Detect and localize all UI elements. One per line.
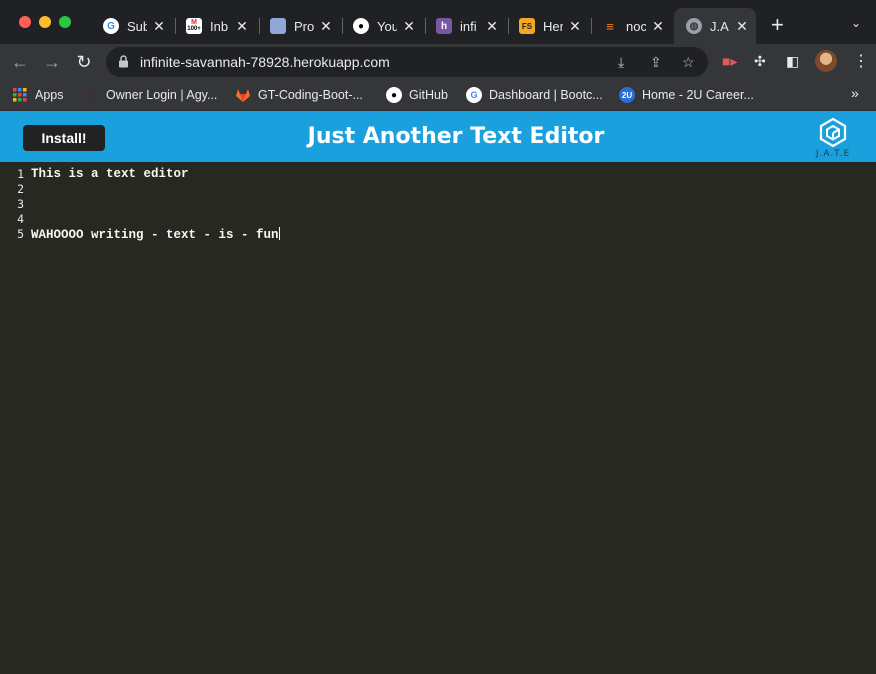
gmail-icon: M 100+ (186, 18, 202, 34)
lock-icon (118, 55, 129, 73)
page-title: Just Another Text Editor (307, 124, 605, 149)
line-number: 1 (17, 167, 24, 181)
github-icon: ● (386, 87, 402, 103)
close-tab-icon[interactable]: ✕ (153, 18, 165, 35)
tab-fs[interactable]: FS Her ✕ (519, 8, 581, 44)
bookmark-label: Dashboard | Bootc... (489, 88, 603, 102)
google-icon: G (466, 87, 482, 103)
bookmark-star-icon[interactable]: ☆ (682, 54, 695, 71)
stackoverflow-icon: ≡ (606, 18, 614, 34)
cube-logo-icon (819, 117, 847, 147)
fullscreen-window-button[interactable] (59, 16, 71, 28)
bookmark-apps[interactable]: Apps (12, 87, 64, 103)
app-header: Install! Just Another Text Editor (0, 111, 876, 162)
bookmark-github[interactable]: ● GitHub (386, 87, 448, 103)
project-icon (270, 18, 286, 34)
editor-line[interactable]: 4 (0, 212, 876, 227)
back-button[interactable]: ← (8, 50, 32, 74)
close-tab-icon[interactable]: ✕ (486, 18, 498, 35)
extensions-puzzle-icon[interactable]: ✣ (754, 53, 766, 70)
bookmark-label: GT-Coding-Boot-... (258, 88, 363, 102)
editor-line[interactable]: 2 (0, 182, 876, 197)
bookmark-label: GitHub (409, 88, 448, 102)
tab-jate-active[interactable]: ◍ J.A ✕ (674, 8, 756, 44)
tab-stackoverflow[interactable]: ≡ noc ✕ (602, 8, 664, 44)
logo-text: J.A.T.E (815, 149, 851, 159)
close-tab-icon[interactable]: ✕ (569, 18, 581, 35)
close-tab-icon[interactable]: ✕ (320, 18, 332, 35)
tab-title: noc (626, 18, 646, 34)
close-tab-icon[interactable]: ✕ (736, 18, 748, 35)
editor-line[interactable]: 1 This is a text editor (0, 167, 876, 182)
code-editor[interactable]: 1 This is a text editor 2 3 4 5 WAHOOOO … (0, 162, 876, 674)
apps-grid-icon (12, 87, 28, 103)
forward-button[interactable]: → (40, 50, 64, 74)
side-panel-icon[interactable]: ◧ (786, 53, 799, 70)
line-number: 2 (17, 182, 24, 196)
line-text-wrap[interactable]: WAHOOOO writing - text - is - fun (31, 227, 280, 243)
chevron-down-icon[interactable]: ⌄ (851, 16, 861, 30)
bookmarks-bar: Apps • Owner Login | Agy... GT-Coding-Bo… (0, 80, 876, 111)
editor-line[interactable]: 5 WAHOOOO writing - text - is - fun (0, 227, 876, 242)
tab-title: infi (460, 18, 477, 34)
profile-avatar[interactable] (815, 50, 837, 72)
tab-gmail[interactable]: M 100+ Inb ✕ (186, 8, 248, 44)
agy-icon: • (88, 88, 94, 102)
heroku-icon: h (436, 18, 452, 34)
tab-title: Pro (294, 18, 314, 34)
fs-icon: FS (519, 18, 535, 34)
bookmarks-overflow-button[interactable]: » (851, 85, 859, 101)
reload-button[interactable]: ↻ (72, 50, 96, 74)
google-icon: G (103, 18, 119, 34)
tab-google[interactable]: G Sub ✕ (103, 8, 165, 44)
screen-record-icon[interactable]: ■▸ (722, 53, 737, 70)
line-number: 3 (17, 197, 24, 211)
browser-toolbar: ← → ↻ infinite-savannah-78928.herokuapp.… (0, 44, 876, 80)
tab-project[interactable]: Pro ✕ (270, 8, 332, 44)
line-text[interactable]: This is a text editor (31, 167, 189, 182)
line-text[interactable]: WAHOOOO writing - text - is - fun (31, 228, 279, 242)
bookmark-gitlab[interactable]: GT-Coding-Boot-... (235, 87, 363, 103)
address-bar[interactable]: infinite-savannah-78928.herokuapp.com ⤓ … (106, 47, 708, 77)
globe-icon: ◍ (686, 18, 702, 34)
bookmark-label: Owner Login | Agy... (106, 88, 218, 102)
bookmark-owner-login[interactable]: • Owner Login | Agy... (83, 87, 218, 103)
tab-title: Sub (127, 18, 147, 34)
install-app-icon[interactable]: ⤓ (618, 54, 624, 71)
gitlab-icon (235, 87, 251, 103)
url-text[interactable]: infinite-savannah-78928.herokuapp.com (140, 54, 390, 70)
tab-title: You (377, 18, 397, 34)
bookmark-label: Apps (35, 88, 64, 102)
jate-logo: J.A.T.E (810, 117, 856, 161)
close-window-button[interactable] (19, 16, 31, 28)
tab-title: J.A (710, 18, 729, 34)
github-icon: ● (353, 18, 369, 34)
bookmark-label: Home - 2U Career... (642, 88, 754, 102)
bookmark-dashboard[interactable]: G Dashboard | Bootc... (466, 87, 603, 103)
close-tab-icon[interactable]: ✕ (652, 18, 664, 35)
tab-title: Inb (210, 18, 229, 34)
tab-title: Her (543, 18, 563, 34)
more-menu-icon[interactable]: ⋮ (853, 51, 869, 71)
new-tab-button[interactable]: + (771, 14, 784, 36)
tab-strip: G Sub ✕ M 100+ Inb ✕ Pro ✕ ● You ✕ h infi… (0, 0, 876, 44)
share-icon[interactable]: ⇪ (650, 54, 662, 71)
line-number: 4 (17, 212, 24, 226)
bookmark-2u-career[interactable]: 2U Home - 2U Career... (619, 87, 754, 103)
close-tab-icon[interactable]: ✕ (403, 18, 415, 35)
2u-icon: 2U (619, 87, 635, 103)
line-number: 5 (17, 227, 24, 241)
tab-heroku[interactable]: h infi ✕ (436, 8, 498, 44)
close-tab-icon[interactable]: ✕ (236, 18, 248, 35)
text-cursor (278, 227, 280, 240)
minimize-window-button[interactable] (39, 16, 51, 28)
tab-github[interactable]: ● You ✕ (353, 8, 415, 44)
editor-line[interactable]: 3 (0, 197, 876, 212)
